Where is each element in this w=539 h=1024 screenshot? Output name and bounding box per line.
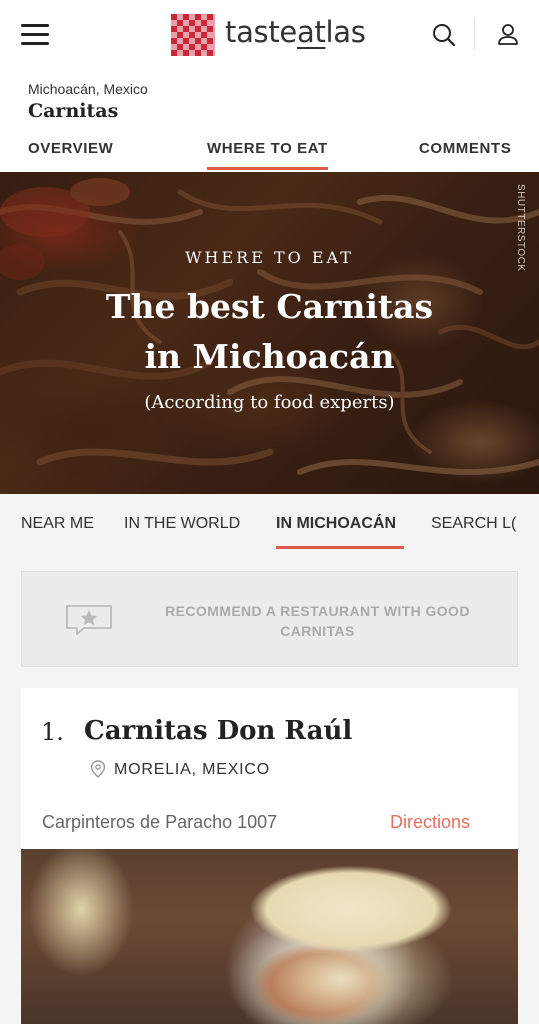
logo-checker-icon	[171, 14, 215, 56]
recommend-restaurant-button[interactable]: RECOMMEND A RESTAURANT WITH GOOD CARNITA…	[21, 571, 518, 667]
menu-icon[interactable]	[21, 24, 49, 46]
star-sign-icon	[66, 605, 112, 635]
tab-comments[interactable]: COMMENTS	[419, 140, 511, 170]
search-icon[interactable]	[430, 21, 458, 49]
hero-banner: SHUTTERSTOCK WHERE TO EAT The best Carni…	[0, 172, 539, 494]
recommend-text: RECOMMEND A RESTAURANT WITH GOOD CARNITA…	[140, 601, 495, 641]
hero-title-line1: The best Carnitas	[105, 287, 434, 326]
header-divider	[474, 18, 475, 50]
restaurant-city: MORELIA, MEXICO	[114, 761, 271, 778]
hero-title: The best Carnitas in Michoacán	[0, 282, 539, 382]
subtab-near-me[interactable]: NEAR ME	[21, 515, 94, 533]
photo-credit: SHUTTERSTOCK	[515, 184, 526, 272]
location-subtabs: NEAR ME IN THE WORLD IN MICHOACÁN SEARCH…	[0, 494, 539, 560]
hero-kicker: WHERE TO EAT	[185, 248, 354, 267]
tasteatlas-logo[interactable]: tasteatlas	[171, 13, 366, 57]
top-header: tasteatlas	[0, 0, 539, 72]
dish-tabs: OVERVIEW WHERE TO EAT COMMENTS	[0, 140, 539, 172]
logo-wordmark: tasteatlas	[225, 15, 366, 49]
user-icon[interactable]	[496, 22, 520, 48]
recommend-text-line1: RECOMMEND A RESTAURANT WITH GOOD	[165, 603, 470, 619]
active-subtab-underline	[276, 546, 404, 549]
subtab-in-the-world[interactable]: IN THE WORLD	[124, 515, 240, 533]
subtab-in-michoacan[interactable]: IN MICHOACÁN	[276, 515, 396, 533]
directions-link[interactable]: Directions	[390, 812, 470, 833]
restaurant-address: Carpinteros de Paracho 1007	[42, 812, 278, 832]
subtab-search-location[interactable]: SEARCH L(	[431, 515, 516, 533]
hero-subtitle: (According to food experts)	[144, 392, 395, 413]
hero-title-line2: in Michoacán	[144, 337, 395, 376]
location-pin-icon	[90, 760, 106, 778]
tab-overview[interactable]: OVERVIEW	[28, 140, 113, 170]
restaurant-rank: 1.	[41, 718, 64, 746]
dish-title: Carnitas	[28, 100, 119, 122]
tab-where-to-eat[interactable]: WHERE TO EAT	[207, 140, 328, 170]
dish-location[interactable]: Michoacán, Mexico	[28, 81, 148, 97]
restaurant-name[interactable]: Carnitas Don Raúl	[84, 716, 352, 746]
restaurant-photo[interactable]	[21, 849, 518, 1024]
restaurant-card[interactable]: 1. Carnitas Don Raúl MORELIA, MEXICO Car…	[21, 688, 518, 1024]
dish-titlebar: Michoacán, Mexico Carnitas OVERVIEW WHER…	[0, 72, 539, 172]
recommend-text-line2: CARNITAS	[280, 623, 355, 639]
